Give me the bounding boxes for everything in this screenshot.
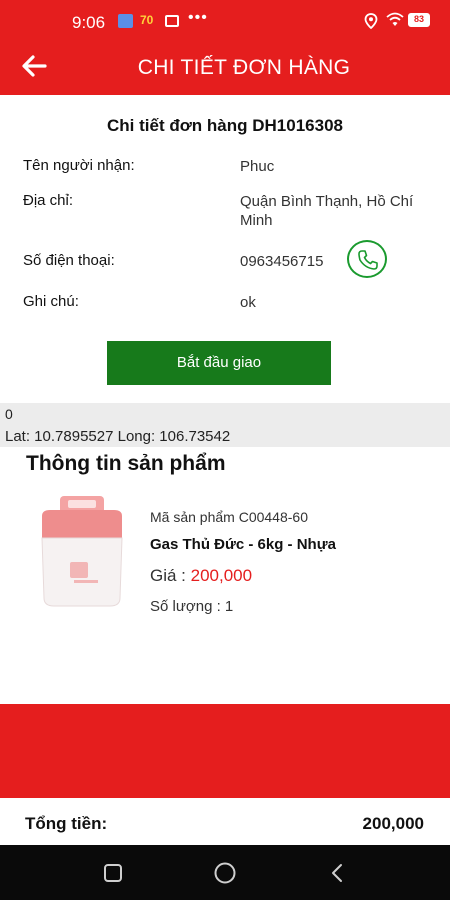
phone-value: 0963456715 [240,253,324,270]
location-status: 0 [5,406,13,422]
product-name: Gas Thủ Đức - 6kg - Nhựa [150,536,336,553]
product-section-title: Thông tin sản phẩm [26,452,226,475]
phone-icon [358,250,378,270]
recipient-label: Tên người nhận: [23,157,135,174]
system-nav-bar [0,845,450,900]
recipient-value: Phuc [240,158,275,175]
nav-recent-button[interactable] [101,861,125,885]
more-notifications-icon: ••• [188,9,208,26]
location-icon [364,13,378,33]
product-price: 200,000 [190,566,253,585]
nav-home-icon [214,862,236,884]
start-delivery-button[interactable]: Bắt đầu giao [107,341,331,385]
battery-icon: 83 [408,13,430,27]
gas-cylinder-image [34,494,130,612]
status-time: 9:06 [72,13,106,32]
app-notification-icon [118,14,133,28]
order-title: Chi tiết đơn hàng DH1016308 [107,116,343,135]
page-title: CHI TIẾT ĐƠN HÀNG [137,56,351,79]
nav-recent-icon [104,864,122,882]
wifi-icon [386,12,404,31]
nav-back-icon [332,864,342,882]
location-coordinates: Lat: 10.7895527 Long: 106.73542 [5,428,231,445]
image-notification-icon [165,15,179,27]
total-label: Tổng tiền: [25,814,108,833]
nav-home-button[interactable] [213,861,237,885]
total-value: 200,000 [362,814,424,833]
call-button[interactable] [347,240,387,278]
address-label: Địa chỉ: [23,192,74,209]
app-bar: CHI TIẾT ĐƠN HÀNG [0,42,450,95]
red-banner [0,704,450,798]
product-code: Mã sản phẩm C00448-60 [150,509,308,525]
note-value: ok [240,294,256,311]
phone-label: Số điện thoại: [23,252,115,269]
note-label: Ghi chú: [23,293,79,310]
address-value: Quận Bình Thạnh, Hồ Chí Minh [240,193,414,229]
notification-badge: 70 [140,13,154,27]
product-quantity: Số lượng : 1 [150,598,234,615]
nav-back-button[interactable] [326,861,350,885]
product-price-row: Giá : 200,000 [150,566,252,586]
product-price-label: Giá : [150,566,191,585]
status-bar: 9:06 70 ••• 83 [0,0,450,42]
location-panel: 0 Lat: 10.7895527 Long: 106.73542 [0,403,450,447]
